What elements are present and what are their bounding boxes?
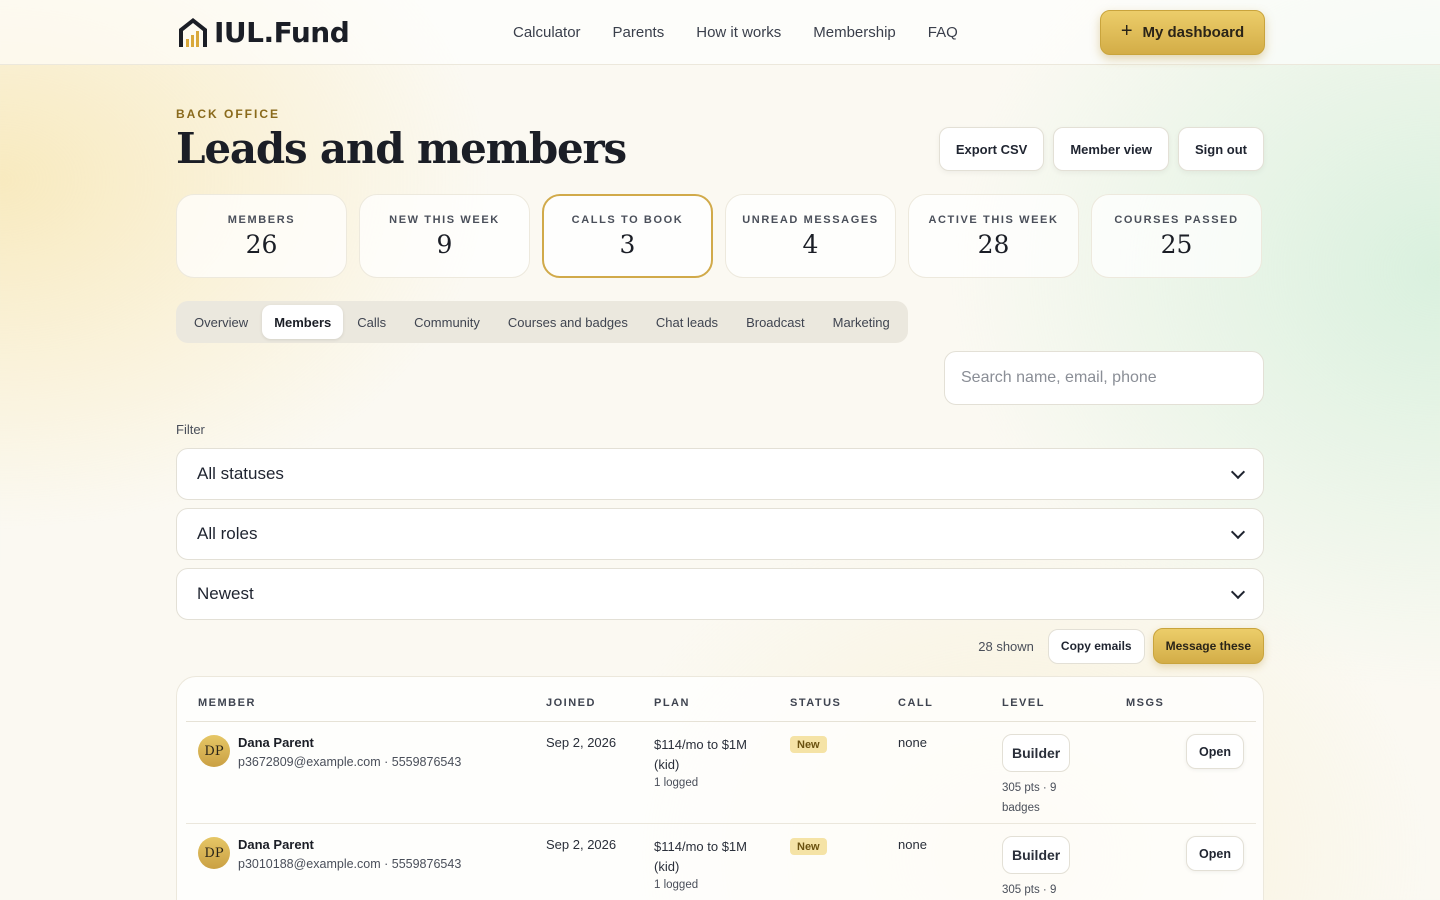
plan-amount: $114/mo to $1M [654, 737, 747, 752]
col-status: STATUS [790, 697, 842, 709]
export-csv-button[interactable]: Export CSV [938, 127, 1045, 171]
main-nav: Calculator Parents How it works Membersh… [513, 24, 990, 41]
status-select-value: All statuses [197, 464, 284, 483]
avatar: DP [198, 837, 230, 869]
sort-select-value: Newest [197, 584, 254, 603]
stat-value: 26 [245, 230, 278, 259]
stat-members[interactable]: MEMBERS 26 [176, 194, 347, 278]
message-these-button[interactable]: Message these [1152, 628, 1264, 664]
page-title: Leads and members [176, 124, 627, 173]
nav-membership[interactable]: Membership [813, 24, 896, 41]
joined-date: Sep 2, 2026 [546, 837, 617, 852]
member-contact: p3010188@example.com · 5559876543 [238, 857, 462, 871]
avatar: DP [198, 735, 230, 767]
col-call: CALL [898, 697, 934, 709]
my-dashboard-label: My dashboard [1142, 24, 1245, 41]
nav-calculator[interactable]: Calculator [513, 24, 581, 41]
chevron-down-icon [1230, 464, 1246, 479]
brand-logo[interactable]: IUL.Fund [176, 14, 350, 50]
table-row[interactable]: DP Dana Parent p3010188@example.com · 55… [186, 824, 1256, 900]
stat-calls-to-book[interactable]: CALLS TO BOOK 3 [542, 194, 713, 278]
stat-value: 28 [977, 230, 1010, 259]
nav-parents[interactable]: Parents [613, 24, 665, 41]
section-tabs: Overview Members Calls Community Courses… [176, 301, 908, 343]
tab-courses-and-badges[interactable]: Courses and badges [494, 305, 642, 339]
top-navigation-bar: IUL.Fund Calculator Parents How it works… [0, 0, 1440, 65]
plan-cell: $114/mo to $1M (kid) 1 logged [654, 735, 747, 789]
header-actions: Export CSV Member view Sign out [938, 127, 1264, 171]
open-member-button[interactable]: Open [1186, 734, 1244, 769]
member-view-button[interactable]: Member view [1053, 127, 1169, 171]
nav-faq[interactable]: FAQ [928, 24, 958, 41]
tab-community[interactable]: Community [400, 305, 494, 339]
tab-marketing[interactable]: Marketing [819, 305, 904, 339]
chevron-down-icon [1230, 524, 1246, 539]
member-contact: p3672809@example.com · 5559876543 [238, 755, 462, 769]
stat-new-this-week[interactable]: NEW THIS WEEK 9 [359, 194, 530, 278]
plan-cell: $114/mo to $1M (kid) 1 logged [654, 837, 747, 891]
tab-overview[interactable]: Overview [180, 305, 262, 339]
member-name: Dana Parent [238, 735, 314, 750]
status-badge: New [790, 736, 827, 753]
col-joined: JOINED [546, 697, 596, 709]
stat-label: ACTIVE THIS WEEK [928, 214, 1059, 226]
tab-chat-leads[interactable]: Chat leads [642, 305, 732, 339]
member-name: Dana Parent [238, 837, 314, 852]
table-header: MEMBER JOINED PLAN STATUS CALL LEVEL MSG… [186, 677, 1256, 722]
status-select[interactable]: All statuses [176, 448, 1264, 500]
search-input[interactable] [944, 351, 1264, 405]
plan-for: (kid) [654, 757, 680, 772]
status-badge: New [790, 838, 827, 855]
plan-amount: $114/mo to $1M [654, 839, 747, 854]
stat-label: MEMBERS [227, 214, 296, 226]
shown-count: 28 shown [978, 638, 1034, 654]
role-select-value: All roles [197, 524, 258, 543]
level-points: 305 pts · 9 badges [1002, 782, 1057, 814]
my-dashboard-button[interactable]: + My dashboard [1100, 10, 1265, 55]
tab-calls[interactable]: Calls [343, 305, 400, 339]
col-member: MEMBER [198, 697, 256, 709]
stat-label: UNREAD MESSAGES [742, 214, 879, 226]
tab-broadcast[interactable]: Broadcast [732, 305, 819, 339]
bulk-actions: 28 shown Copy emails Message these [978, 628, 1264, 664]
members-table: MEMBER JOINED PLAN STATUS CALL LEVEL MSG… [176, 676, 1264, 900]
stat-active-this-week[interactable]: ACTIVE THIS WEEK 28 [908, 194, 1079, 278]
plan-logged: 1 logged [654, 879, 699, 891]
stat-label: CALLS TO BOOK [571, 214, 684, 226]
level-chip: Builder [1002, 836, 1071, 874]
stat-courses-passed[interactable]: COURSES PASSED 25 [1091, 194, 1262, 278]
stats-row: MEMBERS 26 NEW THIS WEEK 9 CALLS TO BOOK… [176, 194, 1262, 278]
brand-name: IUL.Fund [214, 15, 350, 49]
page-eyebrow: BACK OFFICE [176, 107, 280, 121]
stat-unread-messages[interactable]: UNREAD MESSAGES 4 [725, 194, 896, 278]
nav-how-it-works[interactable]: How it works [696, 24, 781, 41]
stat-value: 4 [802, 230, 819, 259]
stat-value: 9 [436, 230, 453, 259]
table-row[interactable]: DP Dana Parent p3672809@example.com · 55… [186, 722, 1256, 824]
stat-value: 25 [1160, 230, 1193, 259]
call-status: none [898, 735, 927, 750]
filter-label: Filter [176, 422, 205, 437]
copy-emails-button[interactable]: Copy emails [1047, 628, 1145, 664]
joined-date: Sep 2, 2026 [546, 735, 617, 750]
plan-logged: 1 logged [654, 777, 699, 789]
level-chip: Builder [1002, 734, 1071, 772]
level-points: 305 pts · 9 [1002, 884, 1057, 896]
plus-icon: + [1120, 20, 1133, 42]
sign-out-button[interactable]: Sign out [1178, 127, 1264, 171]
col-msgs: MSGS [1126, 697, 1165, 709]
col-level: LEVEL [1002, 697, 1045, 709]
call-status: none [898, 837, 927, 852]
stat-label: COURSES PASSED [1114, 214, 1239, 226]
house-chart-logo-icon [179, 18, 207, 47]
col-plan: PLAN [654, 697, 690, 709]
sort-select[interactable]: Newest [176, 568, 1264, 620]
plan-for: (kid) [654, 859, 680, 874]
stat-label: NEW THIS WEEK [389, 214, 500, 226]
tab-members[interactable]: Members [262, 305, 344, 339]
chevron-down-icon [1230, 584, 1246, 599]
open-member-button[interactable]: Open [1186, 836, 1244, 871]
stat-value: 3 [619, 230, 636, 259]
role-select[interactable]: All roles [176, 508, 1264, 560]
